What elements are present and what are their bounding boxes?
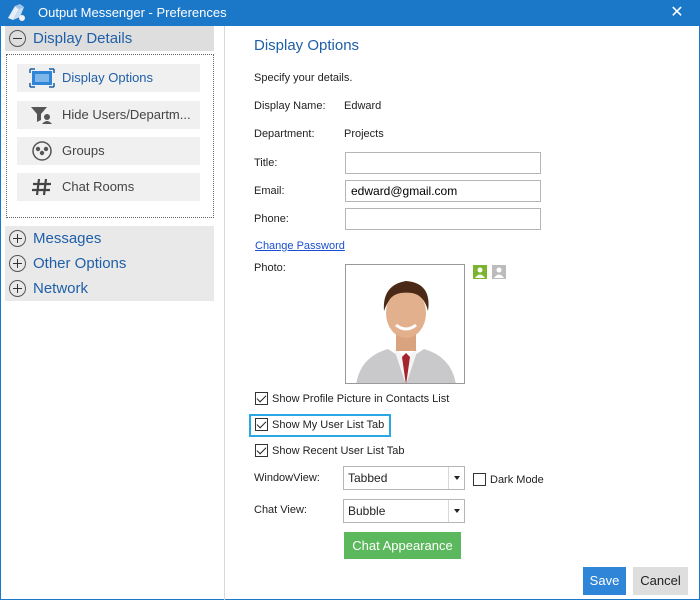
category-network[interactable]: Network bbox=[5, 276, 214, 301]
category-messages[interactable]: Messages bbox=[5, 226, 214, 251]
display-icon bbox=[29, 68, 55, 88]
expand-icon[interactable] bbox=[9, 255, 26, 272]
remove-photo-icon[interactable] bbox=[492, 265, 506, 279]
category-label: Display Details bbox=[33, 30, 133, 47]
sub-item-hide-users[interactable]: Hide Users/Departm... bbox=[17, 101, 200, 129]
department-value: Projects bbox=[344, 128, 384, 140]
phone-label: Phone: bbox=[254, 213, 289, 225]
hide-users-icon bbox=[31, 107, 52, 124]
user-portrait-image bbox=[346, 265, 464, 383]
chevron-down-icon[interactable] bbox=[448, 467, 464, 489]
display-details-subitems: Display Options Hide Users/Departm... Gr… bbox=[6, 54, 214, 218]
chevron-down-icon[interactable] bbox=[448, 500, 464, 522]
checkbox-box[interactable] bbox=[473, 473, 486, 486]
chat-view-label: Chat View: bbox=[254, 504, 307, 516]
profile-photo[interactable] bbox=[345, 264, 465, 384]
save-button[interactable]: Save bbox=[583, 567, 626, 595]
window-view-label: WindowView: bbox=[254, 472, 320, 484]
checkbox-label: Show My User List Tab bbox=[272, 419, 385, 431]
window-title: Output Messenger - Preferences bbox=[38, 5, 227, 20]
chat-view-select[interactable]: Bubble bbox=[343, 499, 465, 523]
sub-item-label: Hide Users/Departm... bbox=[62, 107, 191, 122]
category-label: Messages bbox=[33, 230, 102, 247]
checkbox-box[interactable] bbox=[255, 392, 268, 405]
section-title: Display Options bbox=[254, 37, 360, 54]
checkbox-label: Show Recent User List Tab bbox=[272, 445, 405, 457]
title-bar: Output Messenger - Preferences ✕ bbox=[0, 0, 700, 26]
groups-icon bbox=[32, 141, 52, 161]
expand-icon[interactable] bbox=[9, 230, 26, 247]
category-pane: Display Details Display Options Hide Use… bbox=[0, 26, 225, 600]
select-value: Tabbed bbox=[348, 471, 388, 485]
display-name-value: Edward bbox=[344, 100, 382, 112]
category-label: Other Options bbox=[33, 255, 127, 272]
checkbox-box[interactable] bbox=[255, 418, 268, 431]
messenger-logo-icon bbox=[8, 4, 25, 21]
email-label: Email: bbox=[254, 185, 285, 197]
checkbox-label: Show Profile Picture in Contacts List bbox=[272, 393, 450, 405]
sub-item-display-options[interactable]: Display Options bbox=[17, 64, 200, 92]
sub-item-groups[interactable]: Groups bbox=[17, 137, 200, 165]
collapsed-categories: Messages Other Options Network bbox=[5, 226, 214, 301]
phone-field[interactable] bbox=[345, 208, 541, 230]
intro-text: Specify your details. bbox=[254, 72, 353, 84]
sub-item-label: Chat Rooms bbox=[62, 179, 135, 194]
sub-item-label: Groups bbox=[62, 143, 105, 158]
select-value: Bubble bbox=[348, 504, 386, 518]
hash-icon bbox=[32, 178, 51, 196]
window-view-select[interactable]: Tabbed bbox=[343, 466, 465, 490]
checkbox-label: Dark Mode bbox=[490, 474, 544, 486]
close-button[interactable]: ✕ bbox=[654, 0, 700, 26]
department-label: Department: bbox=[254, 128, 315, 140]
category-label: Network bbox=[33, 280, 89, 297]
category-display-details[interactable]: Display Details bbox=[5, 26, 214, 51]
display-name-label: Display Name: bbox=[254, 100, 326, 112]
close-icon: ✕ bbox=[670, 4, 684, 21]
sub-item-label: Display Options bbox=[62, 70, 154, 85]
email-field[interactable] bbox=[345, 180, 541, 202]
checkbox-box[interactable] bbox=[255, 444, 268, 457]
photo-label: Photo: bbox=[254, 262, 286, 274]
title-field[interactable] bbox=[345, 152, 541, 174]
expand-icon[interactable] bbox=[9, 280, 26, 297]
title-label: Title: bbox=[254, 157, 278, 169]
cancel-button[interactable]: Cancel bbox=[633, 567, 688, 595]
change-password-link[interactable]: Change Password bbox=[255, 240, 345, 252]
category-other-options[interactable]: Other Options bbox=[5, 251, 214, 276]
sub-item-chat-rooms[interactable]: Chat Rooms bbox=[17, 173, 200, 201]
collapse-icon[interactable] bbox=[9, 30, 26, 47]
chat-appearance-button[interactable]: Chat Appearance bbox=[344, 532, 461, 559]
upload-photo-icon[interactable] bbox=[473, 265, 487, 279]
